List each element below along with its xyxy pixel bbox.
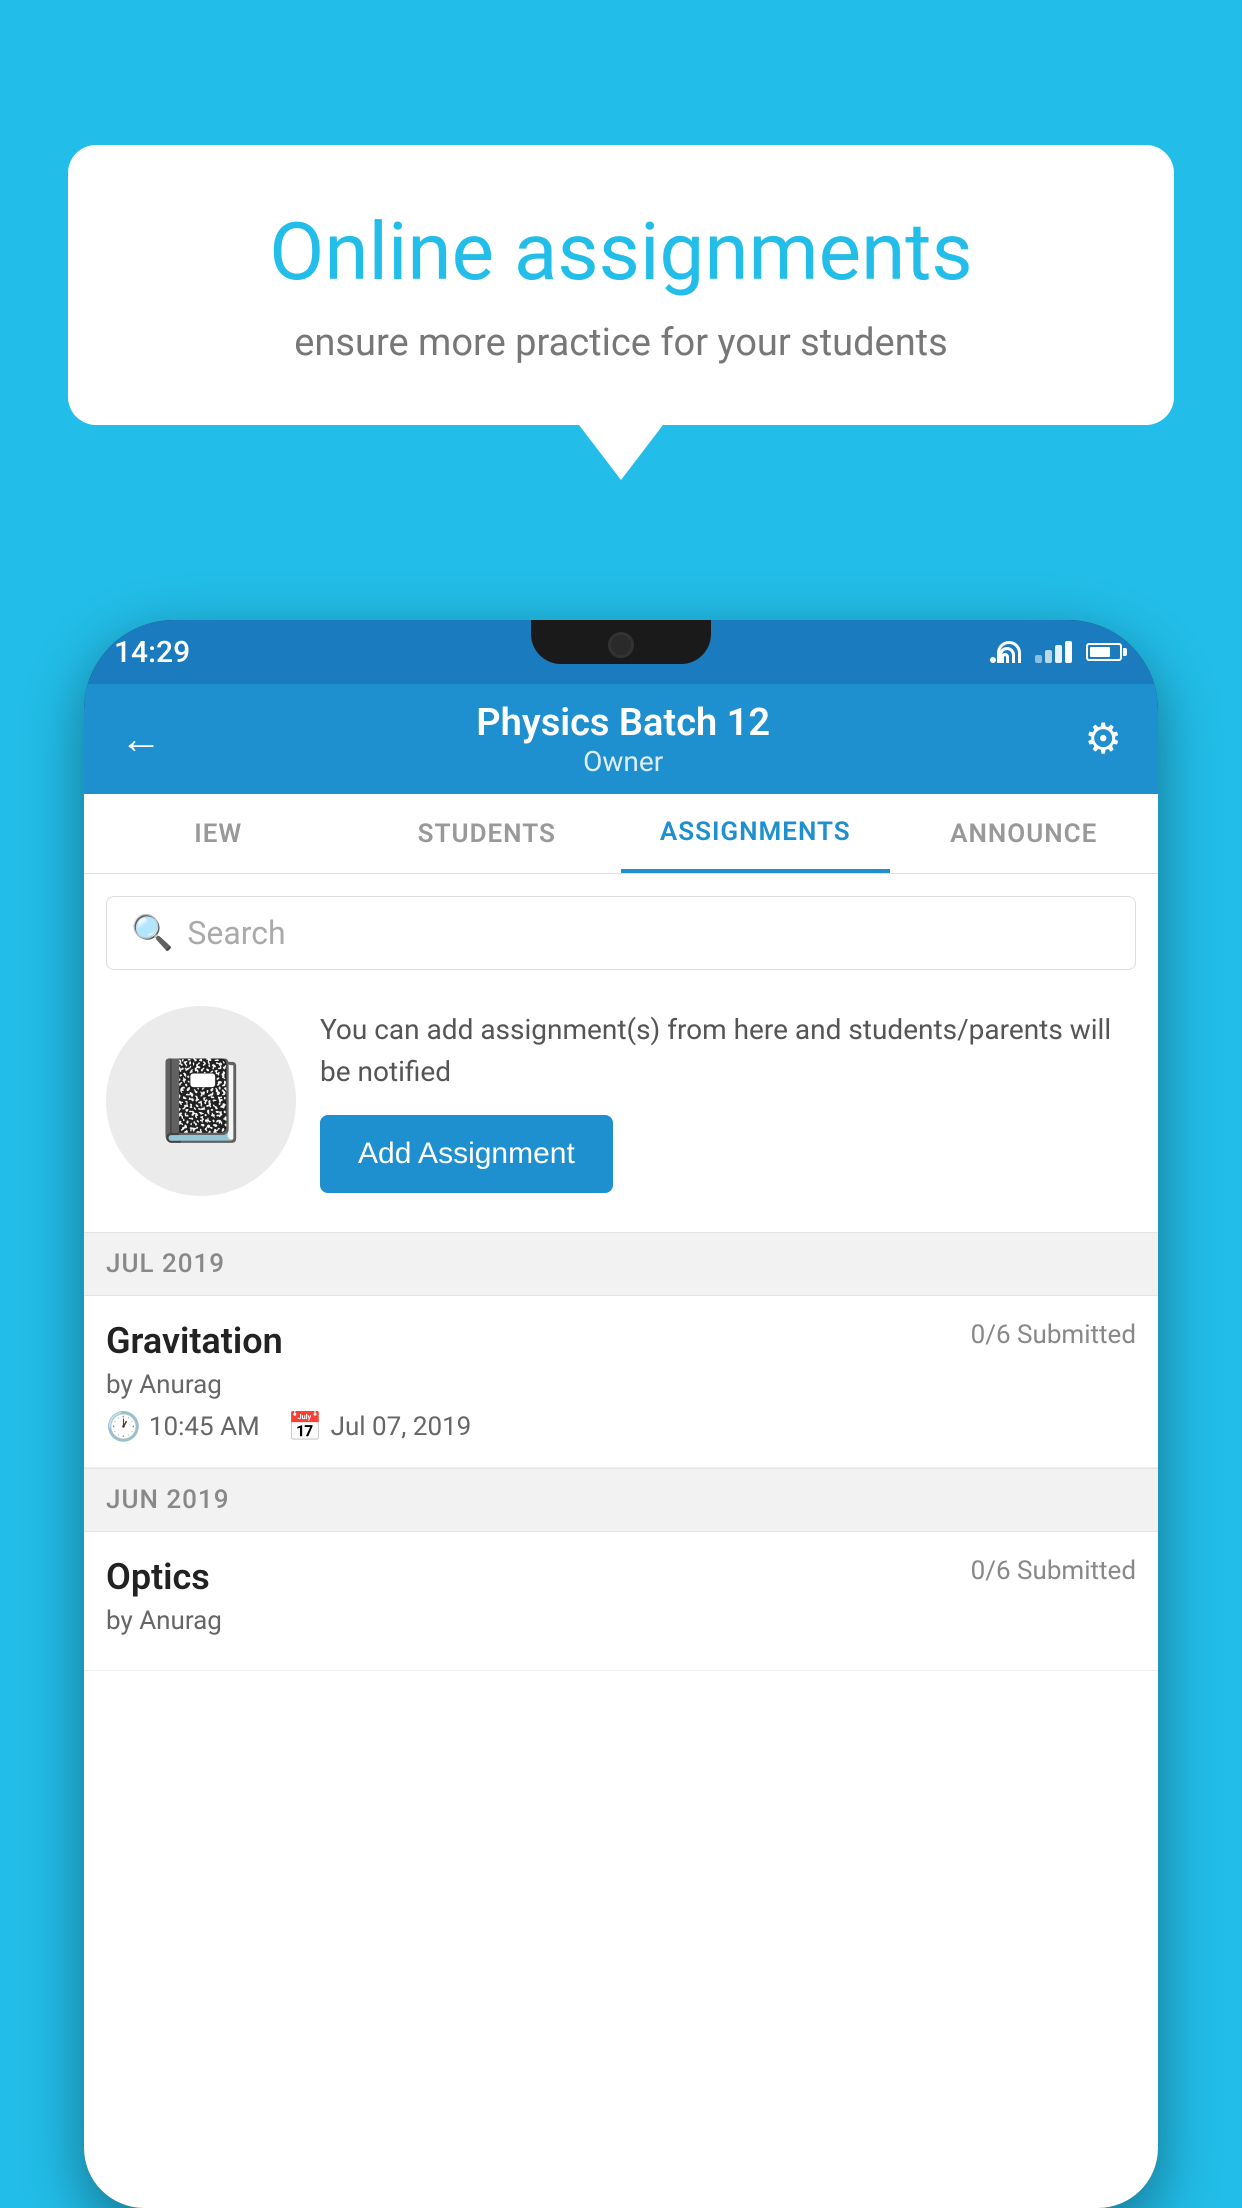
phone-notch [531, 620, 711, 664]
empty-state: 📓 You can add assignment(s) from here an… [106, 988, 1136, 1214]
calendar-icon: 📅 [288, 1410, 323, 1443]
phone-camera [608, 632, 634, 658]
assignment-meta-gravitation: 🕐 10:45 AM 📅 Jul 07, 2019 [106, 1410, 1136, 1443]
empty-state-description: You can add assignment(s) from here and … [320, 1009, 1136, 1093]
tab-assignments[interactable]: ASSIGNMENTS [621, 794, 890, 873]
assignment-submitted-gravitation: 0/6 Submitted [971, 1320, 1136, 1350]
tab-announcements[interactable]: ANNOUNCE [890, 794, 1159, 873]
assignment-author-gravitation: by Anurag [106, 1370, 1136, 1400]
search-bar[interactable]: 🔍 Search [106, 896, 1136, 970]
search-placeholder-text: Search [187, 914, 285, 952]
assignment-header-optics: Optics 0/6 Submitted [106, 1556, 1136, 1598]
settings-icon[interactable]: ⚙ [1084, 714, 1122, 764]
section-header-jun-2019: JUN 2019 [84, 1468, 1158, 1532]
assignment-author-optics: by Anurag [106, 1606, 1136, 1636]
assignment-time-value-gravitation: 10:45 AM [149, 1412, 260, 1442]
assignment-time-gravitation: 🕐 10:45 AM [106, 1410, 260, 1443]
tab-students[interactable]: STUDENTS [353, 794, 622, 873]
empty-state-text: You can add assignment(s) from here and … [320, 1009, 1136, 1193]
search-icon: 🔍 [131, 913, 173, 953]
main-content: 🔍 Search 📓 You can add assignment(s) fro… [84, 874, 1158, 2208]
wifi-icon [990, 641, 1021, 663]
phone-frame: 14:29 ← Physics Batch [84, 620, 1158, 2208]
assignment-date-gravitation: 📅 Jul 07, 2019 [288, 1410, 472, 1443]
status-time: 14:29 [114, 635, 190, 670]
assignment-header-gravitation: Gravitation 0/6 Submitted [106, 1320, 1136, 1362]
assignment-submitted-optics: 0/6 Submitted [971, 1556, 1136, 1586]
assignment-item-gravitation[interactable]: Gravitation 0/6 Submitted by Anurag 🕐 10… [84, 1296, 1158, 1468]
assignment-title-optics: Optics [106, 1556, 210, 1598]
speech-bubble-tail [579, 425, 663, 480]
notebook-icon: 📓 [151, 1054, 251, 1148]
speech-bubble: Online assignments ensure more practice … [68, 145, 1174, 425]
speech-bubble-wrapper: Online assignments ensure more practice … [68, 145, 1174, 480]
app-bar-subtitle: Owner [476, 745, 770, 778]
speech-bubble-subtitle: ensure more practice for your students [138, 321, 1104, 365]
app-bar: ← Physics Batch 12 Owner ⚙ [84, 684, 1158, 794]
assignment-item-optics[interactable]: Optics 0/6 Submitted by Anurag [84, 1532, 1158, 1671]
signal-bars-icon [1035, 641, 1072, 663]
back-button[interactable]: ← [120, 715, 162, 764]
tabs: IEW STUDENTS ASSIGNMENTS ANNOUNCE [84, 794, 1158, 874]
app-bar-center: Physics Batch 12 Owner [476, 701, 770, 778]
assignment-title-gravitation: Gravitation [106, 1320, 283, 1362]
clock-icon: 🕐 [106, 1410, 141, 1443]
status-icons [990, 641, 1122, 663]
section-header-jul-2019: JUL 2019 [84, 1232, 1158, 1296]
assignment-icon-wrapper: 📓 [106, 1006, 296, 1196]
add-assignment-button[interactable]: Add Assignment [320, 1115, 613, 1193]
assignment-date-value-gravitation: Jul 07, 2019 [331, 1412, 472, 1442]
speech-bubble-title: Online assignments [138, 205, 1104, 299]
battery-icon [1086, 643, 1122, 661]
app-bar-title: Physics Batch 12 [476, 701, 770, 745]
tab-iew[interactable]: IEW [84, 794, 353, 873]
